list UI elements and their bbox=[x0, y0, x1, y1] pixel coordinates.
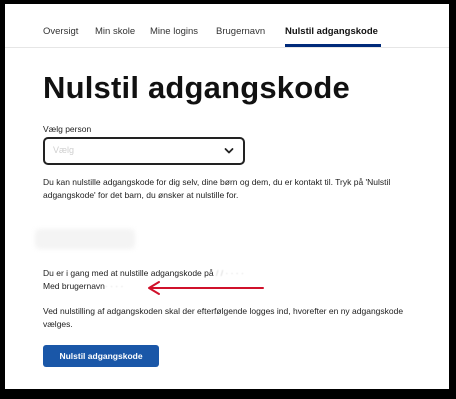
page: Oversigt Min skole Mine logins Brugernav… bbox=[5, 4, 449, 389]
active-tab-indicator bbox=[285, 44, 381, 47]
red-arrow-icon bbox=[148, 281, 264, 295]
tab-min-skole[interactable]: Min skole bbox=[95, 26, 135, 37]
tab-mine-logins[interactable]: Mine logins bbox=[150, 26, 198, 37]
screenshot-frame: Oversigt Min skole Mine logins Brugernav… bbox=[0, 0, 456, 399]
page-title: Nulstil adgangskode bbox=[43, 70, 350, 105]
redacted-block bbox=[35, 229, 135, 249]
redacted-person: / / · · · · bbox=[215, 268, 244, 278]
info-text: Du kan nulstille adgangskode for dig sel… bbox=[43, 177, 391, 200]
tab-oversigt[interactable]: Oversigt bbox=[43, 26, 78, 37]
reset-status-line-1: Du er i gang med at nulstille adgangskod… bbox=[43, 267, 433, 280]
person-select-value: Vælg bbox=[53, 145, 75, 155]
notice-text: Ved nulstilling af adgangskoden skal der… bbox=[43, 306, 404, 329]
reset-target-label: Du er i gang med at nulstille adgangskod… bbox=[43, 268, 214, 278]
top-navigation: Oversigt Min skole Mine logins Brugernav… bbox=[5, 4, 449, 48]
tab-nulstil-adgangskode[interactable]: Nulstil adgangskode bbox=[285, 26, 378, 37]
username-label: Med brugernavn bbox=[43, 281, 105, 291]
tab-brugernavn[interactable]: Brugernavn bbox=[216, 26, 265, 37]
reset-password-button[interactable]: Nulstil adgangskode bbox=[43, 345, 159, 367]
person-select[interactable]: Vælg bbox=[43, 137, 245, 165]
person-select-label: Vælg person bbox=[43, 124, 92, 134]
redacted-username: · · · · bbox=[104, 281, 124, 291]
chevron-down-icon bbox=[224, 148, 234, 154]
